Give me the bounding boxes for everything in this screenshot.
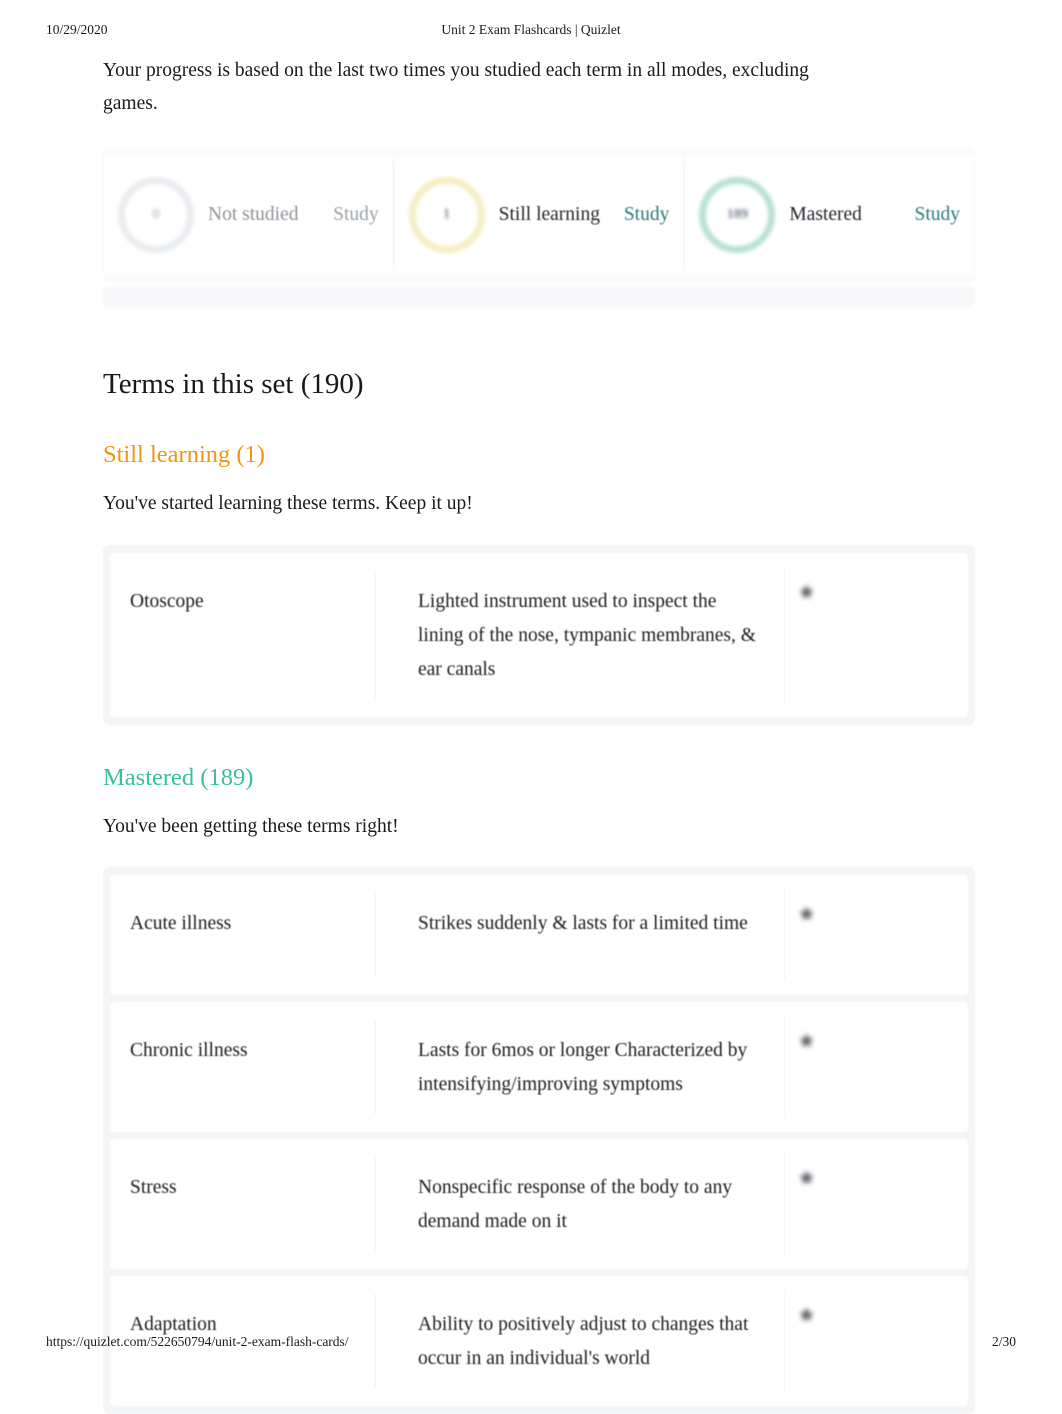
- term-card[interactable]: Chronic illness Lasts for 6mos or longer…: [110, 1002, 968, 1133]
- term-actions: [784, 875, 968, 995]
- term-definition: Lighted instrument used to inspect the l…: [418, 590, 756, 680]
- progress-count-still-learning: 1: [443, 207, 451, 222]
- terms-section-title: Terms in this set (190): [103, 368, 364, 400]
- term-list-mastered: Acute illness Strikes suddenly & lasts f…: [103, 867, 975, 1414]
- star-icon[interactable]: [798, 1032, 815, 1049]
- term-card[interactable]: Stress Nonspecific response of the body …: [110, 1139, 968, 1270]
- star-icon[interactable]: [798, 1306, 815, 1323]
- study-link-mastered[interactable]: Study: [915, 204, 961, 226]
- study-link-not-studied[interactable]: Study: [333, 204, 379, 226]
- term-actions: [784, 553, 968, 717]
- progress-ring-not-studied: 0: [118, 177, 194, 253]
- progress-card-not-studied[interactable]: 0 Not studied Study: [104, 155, 393, 275]
- term-definition: Nonspecific response of the body to any …: [418, 1177, 733, 1233]
- print-footer: https://quizlet.com/522650794/unit-2-exa…: [0, 1334, 1062, 1354]
- progress-label-not-studied: Not studied: [208, 204, 299, 225]
- page-content: Your progress is based on the last two t…: [103, 50, 975, 1414]
- progress-count-mastered: 189: [726, 207, 748, 222]
- progress-summary: 0 Not studied Study 1 Still learning Stu…: [103, 148, 975, 307]
- group-heading-still-learning: Still learning (1): [103, 440, 265, 468]
- star-icon[interactable]: [798, 583, 815, 600]
- term-list-still-learning: Otoscope Lighted instrument used to insp…: [103, 544, 975, 725]
- print-source-url: https://quizlet.com/522650794/unit-2-exa…: [46, 1334, 349, 1349]
- study-link-still-learning[interactable]: Study: [624, 204, 670, 226]
- term-definition: Lasts for 6mos or longer Characterized b…: [418, 1040, 748, 1096]
- term-word: Acute illness: [130, 913, 232, 935]
- print-document-title: Unit 2 Exam Flashcards | Quizlet: [441, 22, 621, 37]
- group-heading-mastered: Mastered (189): [103, 763, 254, 791]
- term-word: Chronic illness: [130, 1040, 248, 1062]
- progress-card-still-learning[interactable]: 1 Still learning Study: [392, 155, 684, 275]
- progress-card-mastered[interactable]: 189 Mastered Study: [683, 155, 975, 275]
- progress-footer-bar: [103, 287, 975, 307]
- progress-card-row: 0 Not studied Study 1 Still learning Stu…: [103, 148, 975, 282]
- term-actions: [784, 1139, 968, 1269]
- term-actions: [784, 1002, 968, 1132]
- progress-explanation-text: Your progress is based on the last two t…: [103, 60, 809, 114]
- progress-count-not-studied: 0: [152, 207, 160, 222]
- progress-ring-mastered: 189: [699, 177, 776, 253]
- progress-label-still-learning: Still learning: [498, 204, 600, 225]
- progress-ring-still-learning: 1: [408, 177, 485, 253]
- print-header: 10/29/2020 Unit 2 Exam Flashcards | Quiz…: [0, 22, 1062, 42]
- star-icon[interactable]: [798, 1169, 815, 1186]
- term-definition: Strikes suddenly & lasts for a limited t…: [418, 913, 748, 935]
- star-icon[interactable]: [798, 905, 815, 922]
- group-subtitle-mastered: You've been getting these terms right!: [103, 815, 399, 837]
- progress-label-mastered: Mastered: [789, 204, 862, 225]
- term-card[interactable]: Otoscope Lighted instrument used to insp…: [110, 552, 968, 717]
- term-word: Stress: [130, 1177, 177, 1199]
- group-subtitle-still-learning: You've started learning these terms. Kee…: [103, 493, 473, 515]
- print-page-number: 2/30: [991, 1334, 1016, 1349]
- term-card[interactable]: Acute illness Strikes suddenly & lasts f…: [110, 875, 968, 996]
- term-word: Otoscope: [130, 590, 204, 612]
